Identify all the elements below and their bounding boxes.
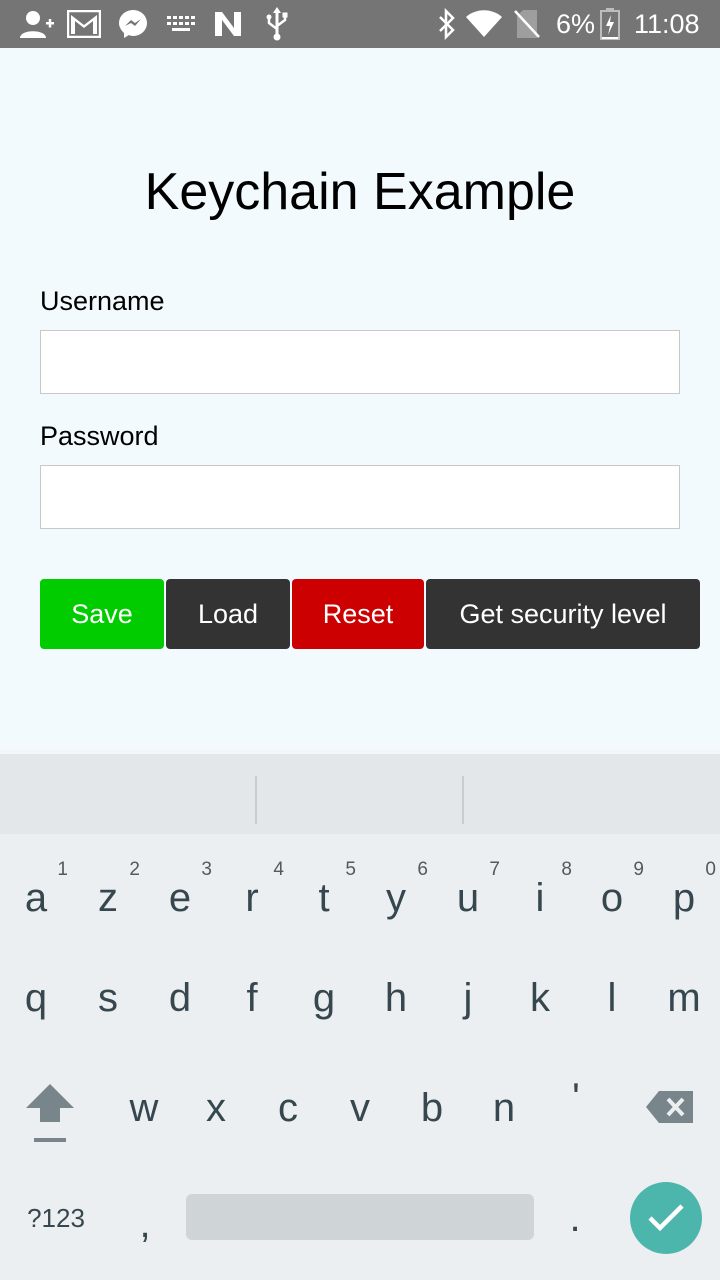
usb-icon (262, 7, 292, 41)
key-a[interactable]: a1 (0, 850, 72, 946)
key-j[interactable]: j (432, 950, 504, 1046)
key-v[interactable]: v (324, 1060, 396, 1156)
load-button[interactable]: Load (166, 579, 290, 649)
status-bar: 6% 11:08 (0, 0, 720, 48)
bluetooth-icon (434, 8, 460, 40)
key-hint: 2 (129, 859, 140, 880)
comma-key[interactable]: , (118, 1176, 172, 1272)
key-c[interactable]: c (252, 1060, 324, 1156)
key-f[interactable]: f (216, 950, 288, 1046)
key-q[interactable]: q (0, 950, 72, 1046)
key-hint: 7 (489, 859, 500, 880)
key-x[interactable]: x (180, 1060, 252, 1156)
password-field[interactable] (40, 465, 680, 529)
backspace-icon (646, 1091, 693, 1123)
key-label: z (98, 876, 118, 920)
shift-key[interactable] (14, 1068, 86, 1158)
key-hint: 3 (201, 859, 212, 880)
key-n[interactable]: n (468, 1060, 540, 1156)
key-u[interactable]: u7 (432, 850, 504, 946)
save-button[interactable]: Save (40, 579, 164, 649)
key-label: t (318, 876, 330, 920)
password-label: Password (40, 421, 159, 451)
shift-icon (26, 1084, 74, 1142)
key-k[interactable]: k (504, 950, 576, 1046)
key-r[interactable]: r4 (216, 850, 288, 946)
key-s[interactable]: s (72, 950, 144, 1046)
get-security-level-button[interactable]: Get security level (426, 579, 700, 649)
key-label: u (456, 876, 480, 920)
keyboard-icon (164, 8, 198, 40)
suggestion-divider (462, 776, 464, 824)
symbols-key[interactable]: ?123 (14, 1170, 98, 1266)
key-label: y (386, 876, 406, 920)
key-m[interactable]: m (648, 950, 720, 1046)
key-hint: 5 (345, 859, 356, 880)
key-d[interactable]: d (144, 950, 216, 1046)
key-l[interactable]: l (576, 950, 648, 1046)
username-field[interactable] (40, 330, 680, 394)
username-label: Username (40, 286, 165, 316)
key-y[interactable]: y6 (360, 850, 432, 946)
key-g[interactable]: g (288, 950, 360, 1046)
key-label: p (672, 876, 696, 920)
battery-charging-icon (598, 8, 622, 40)
n-app-icon (212, 8, 244, 40)
battery-percent: 6% (556, 9, 596, 39)
key-t[interactable]: t5 (288, 850, 360, 946)
soft-keyboard: a1 z2 e3 r4 t5 y6 u7 i8 o9 p0 q s d f g … (0, 750, 720, 1280)
key-hint: 1 (57, 859, 68, 880)
key-hint: 4 (273, 859, 284, 880)
gmail-icon (66, 8, 102, 40)
key-p[interactable]: p0 (648, 850, 720, 946)
key-h[interactable]: h (360, 950, 432, 1046)
key-hint: 6 (417, 859, 428, 880)
key-z[interactable]: z2 (72, 850, 144, 946)
key-label: i (535, 876, 545, 920)
key-label: r (245, 876, 259, 920)
clock: 11:08 (634, 9, 700, 39)
key-hint: 0 (705, 859, 716, 880)
page-title: Keychain Example (144, 163, 576, 221)
suggestion-strip[interactable] (0, 750, 720, 834)
key-w[interactable]: w (108, 1060, 180, 1156)
key-e[interactable]: e3 (144, 850, 216, 946)
key-o[interactable]: o9 (576, 850, 648, 946)
suggestion-divider (255, 776, 257, 824)
spacebar[interactable] (186, 1194, 534, 1240)
key-hint: 9 (633, 859, 644, 880)
key-b[interactable]: b (396, 1060, 468, 1156)
checkmark-icon (648, 1204, 684, 1232)
key-label: e (168, 876, 192, 920)
key-hint: 8 (561, 859, 572, 880)
no-sim-icon (512, 8, 542, 40)
reset-button[interactable]: Reset (292, 579, 424, 649)
key-i[interactable]: i8 (504, 850, 576, 946)
add-contact-icon (18, 8, 56, 40)
backspace-key[interactable] (632, 1072, 708, 1142)
messenger-icon (116, 8, 150, 40)
app-screen: Keychain Example Username Password Save … (0, 48, 720, 750)
key-label: a (24, 876, 48, 920)
key-label: o (600, 876, 624, 920)
enter-done-key[interactable] (630, 1182, 702, 1254)
period-key[interactable]: . (548, 1170, 602, 1266)
wifi-icon (464, 8, 504, 40)
key-apostrophe[interactable]: ' (540, 1050, 612, 1146)
